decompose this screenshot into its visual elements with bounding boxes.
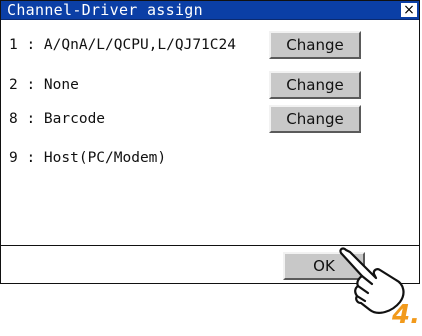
- channel-row-1: 1 : A/QnA/L/QCPU,L/QJ71C24 Change: [1, 28, 419, 62]
- channel-row-2: 2 : None Change: [1, 68, 419, 102]
- channel-label: 9 : Host(PC/Modem): [9, 150, 167, 166]
- change-button-channel-1[interactable]: Change: [269, 31, 361, 59]
- step-number-label: 4.: [392, 300, 420, 330]
- change-button-channel-8[interactable]: Change: [269, 105, 361, 133]
- channel-label: 8 : Barcode: [9, 111, 106, 127]
- channel-label: 2 : None: [9, 77, 79, 93]
- channel-row-8: 8 : Barcode Change: [1, 102, 419, 136]
- dialog-title: Channel-Driver assign: [7, 1, 203, 19]
- channel-label: 1 : A/QnA/L/QCPU,L/QJ71C24: [9, 37, 236, 53]
- channel-row-9: 9 : Host(PC/Modem): [1, 141, 419, 175]
- change-button-channel-2[interactable]: Change: [269, 71, 361, 99]
- title-bar: Channel-Driver assign ×: [1, 1, 419, 20]
- close-button[interactable]: ×: [401, 3, 417, 17]
